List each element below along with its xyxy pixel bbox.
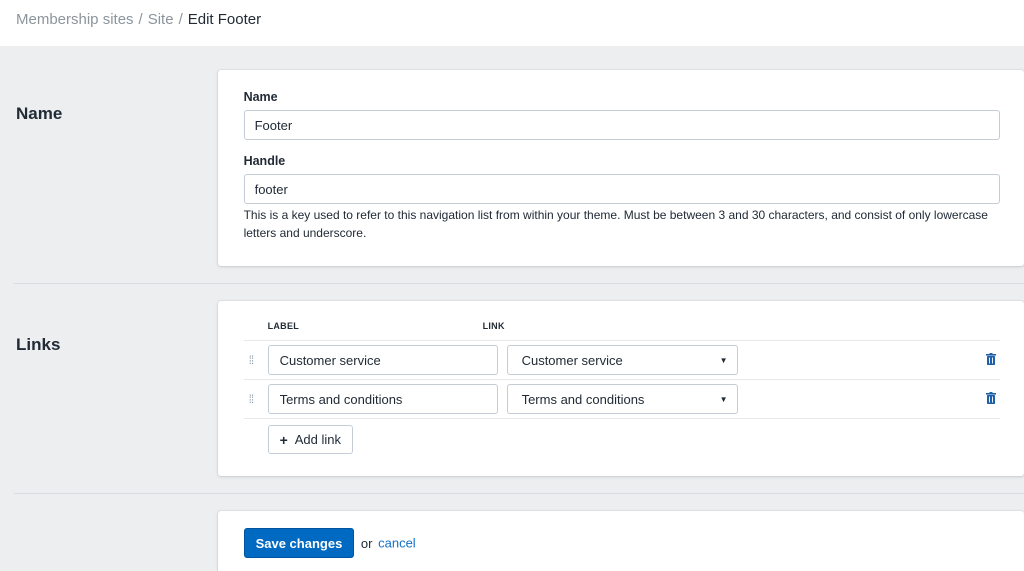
cancel-link[interactable]: cancel [378, 536, 416, 551]
drag-handle-icon[interactable]: ⁞⁞ [244, 353, 268, 367]
add-link-label: Add link [294, 432, 342, 447]
actions-section: Save changes or cancel [14, 494, 1024, 571]
plus-icon: + [279, 431, 288, 448]
trash-icon[interactable] [986, 392, 996, 404]
links-section-title: Links [16, 335, 61, 354]
caret-down-icon: ▼ [719, 355, 728, 365]
breadcrumb: Membership sites / Site / Edit Footer [16, 11, 1008, 28]
name-card: Name Handle This is a key used to refer … [217, 70, 1024, 266]
breadcrumb-separator: / [138, 11, 143, 28]
links-section: Links LABEL LINK ⁞⁞ Customer service ▼ ⁞… [14, 284, 1024, 494]
link-label-input[interactable] [267, 384, 498, 414]
add-link-row: + Add link [244, 419, 1000, 454]
link-column-header: LINK [482, 321, 505, 331]
breadcrumb-site[interactable]: Site [148, 11, 174, 28]
name-field-label: Name [243, 90, 278, 104]
link-select-value: Terms and conditions [521, 391, 645, 407]
breadcrumb-current: Edit Footer [187, 11, 262, 28]
drag-handle-icon[interactable]: ⁞⁞ [244, 392, 268, 406]
breadcrumb-membership-sites[interactable]: Membership sites [16, 11, 134, 28]
handle-field-label: Handle [243, 154, 286, 168]
handle-help-text: This is a key used to refer to this navi… [243, 208, 988, 240]
trash-icon[interactable] [986, 353, 996, 365]
link-select[interactable]: Terms and conditions ▼ [506, 384, 738, 414]
link-label-input[interactable] [267, 345, 498, 375]
caret-down-icon: ▼ [719, 394, 728, 404]
link-row: ⁞⁞ Terms and conditions ▼ [243, 380, 1000, 419]
breadcrumb-separator: / [178, 11, 183, 28]
or-text: or [360, 535, 373, 551]
link-select[interactable]: Customer service ▼ [506, 345, 738, 375]
links-table-header: LABEL LINK [243, 321, 1000, 341]
links-card: LABEL LINK ⁞⁞ Customer service ▼ ⁞⁞ Term… [217, 301, 1024, 476]
top-bar: Membership sites / Site / Edit Footer [0, 0, 1024, 46]
name-section-title: Name [16, 104, 63, 123]
actions-spacer [14, 511, 218, 571]
save-changes-button[interactable]: Save changes [243, 528, 355, 558]
actions-card: Save changes or cancel [217, 511, 1024, 571]
name-input[interactable] [243, 110, 1000, 140]
handle-input[interactable] [243, 174, 1000, 204]
link-row: ⁞⁞ Customer service ▼ [243, 341, 1000, 380]
add-link-button[interactable]: + Add link [267, 425, 354, 454]
link-select-value: Customer service [521, 352, 623, 368]
name-section: Name Name Handle This is a key used to r… [14, 46, 1024, 284]
label-column-header: LABEL [267, 321, 300, 331]
